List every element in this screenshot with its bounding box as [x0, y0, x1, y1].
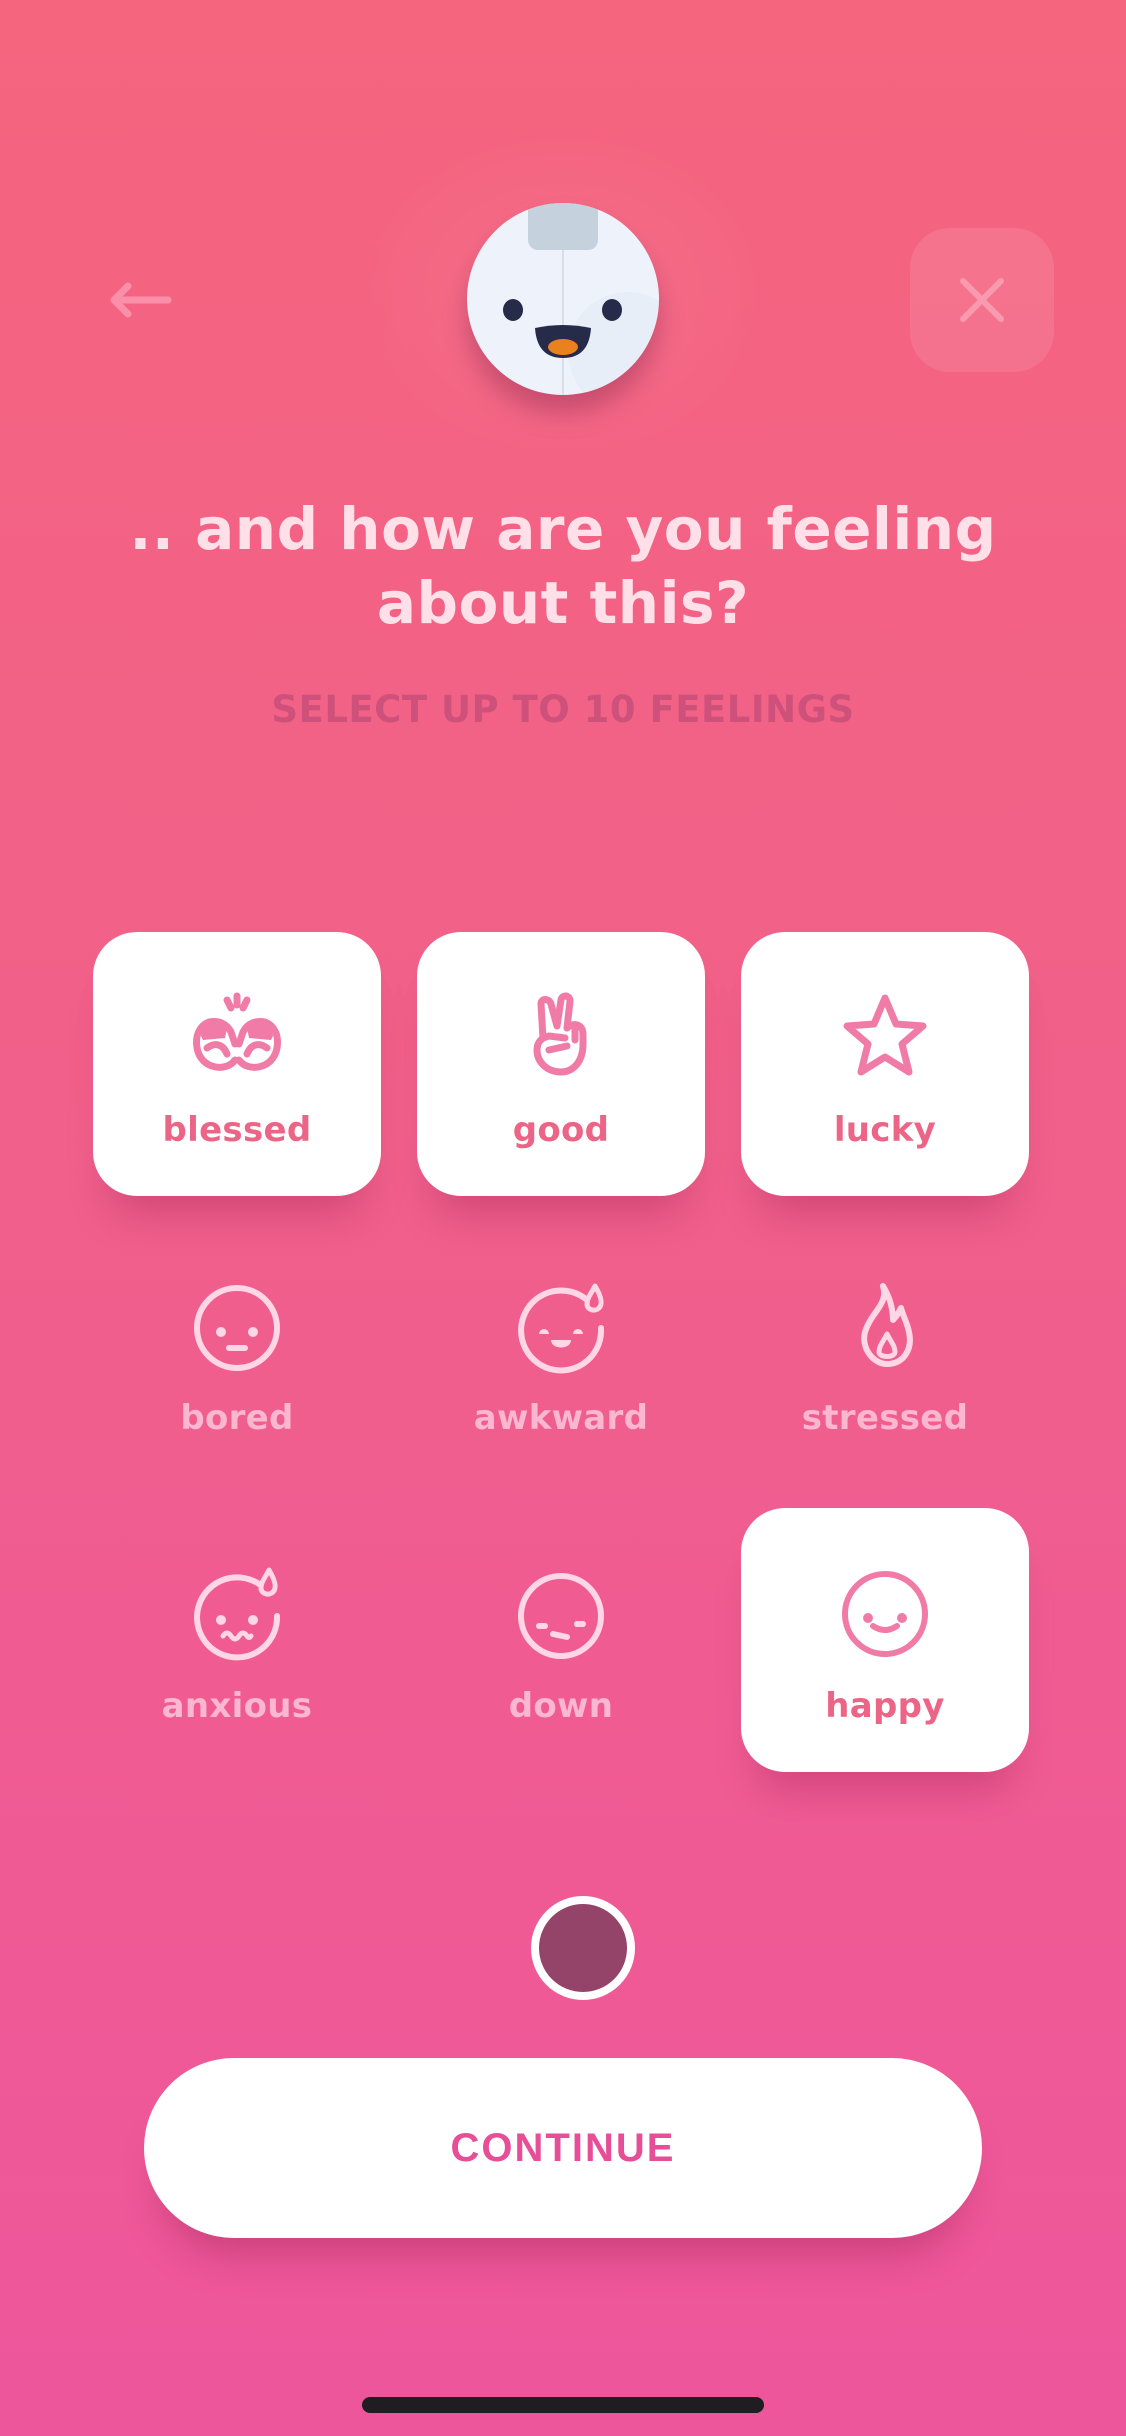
feelings-grid: blessed good lucky bored awkward stresse… [93, 932, 1033, 1772]
feeling-label: awkward [473, 1398, 649, 1438]
feeling-tile-blessed[interactable]: blessed [93, 932, 381, 1196]
feeling-tile-good[interactable]: good [417, 932, 705, 1196]
selection-hint: SELECT UP TO 10 FEELINGS [271, 688, 855, 731]
title-line-2: about this? [376, 569, 750, 637]
raised-hands-icon [193, 992, 281, 1071]
feeling-label: lucky [833, 1110, 937, 1150]
feeling-label: bored [180, 1398, 294, 1438]
mascot-avatar [467, 203, 659, 395]
feeling-label: stressed [801, 1398, 969, 1438]
star-icon [843, 994, 927, 1076]
feeling-label: good [512, 1110, 610, 1150]
arrow-left-icon [110, 282, 172, 318]
feeling-tile-bored[interactable]: bored [93, 1220, 381, 1484]
continue-label: CONTINUE [450, 2125, 676, 2170]
home-indicator[interactable] [362, 2397, 764, 2413]
page-title: .. and how are you feeling about this? [100, 492, 1026, 640]
down-face-icon [518, 1573, 604, 1659]
flame-icon [861, 1283, 913, 1367]
close-button[interactable] [910, 228, 1054, 372]
feeling-label: blessed [162, 1110, 312, 1150]
back-button[interactable] [100, 250, 180, 350]
feeling-tile-awkward[interactable]: awkward [417, 1220, 705, 1484]
happy-face-icon [842, 1571, 928, 1657]
anxious-face-icon [194, 1567, 281, 1661]
bored-face-icon [194, 1285, 280, 1371]
feeling-label: anxious [161, 1686, 313, 1726]
feeling-tile-lucky[interactable]: lucky [741, 932, 1029, 1196]
sweat-smile-face-icon [518, 1283, 605, 1374]
victory-hand-icon [533, 992, 587, 1076]
title-line-1: .. and how are you feeling [129, 495, 997, 563]
feeling-label: down [508, 1686, 614, 1726]
feeling-tile-anxious[interactable]: anxious [93, 1508, 381, 1772]
feeling-label: happy [825, 1686, 945, 1726]
feeling-tile-down[interactable]: down [417, 1508, 705, 1772]
continue-button[interactable]: CONTINUE [144, 2058, 982, 2238]
close-icon [960, 278, 1004, 322]
mood-color-indicator[interactable] [531, 1896, 635, 2000]
feeling-tile-stressed[interactable]: stressed [741, 1220, 1029, 1484]
feeling-tile-happy[interactable]: happy [741, 1508, 1029, 1772]
